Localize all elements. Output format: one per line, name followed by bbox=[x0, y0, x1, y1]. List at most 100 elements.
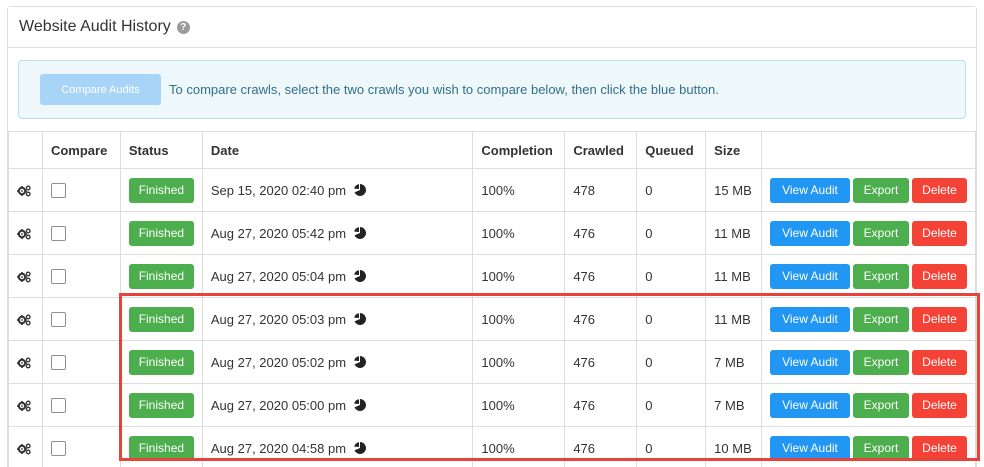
delete-button[interactable]: Delete bbox=[912, 263, 967, 289]
date-cell: Aug 27, 2020 05:02 pm bbox=[201, 340, 474, 384]
compare-checkbox[interactable] bbox=[50, 183, 66, 199]
date-cell: Aug 27, 2020 05:03 pm bbox=[201, 297, 474, 341]
actions-cell: View Audit Export Delete bbox=[761, 168, 976, 212]
size-cell: 10 MB bbox=[705, 426, 762, 467]
compare-checkbox[interactable] bbox=[50, 226, 66, 242]
pie-chart-icon[interactable] bbox=[353, 355, 366, 368]
gears-icon[interactable] bbox=[17, 314, 31, 326]
header-crawled: Crawled bbox=[564, 131, 638, 169]
status-badge: Finished bbox=[128, 392, 194, 418]
audit-rows: Finished Sep 15, 2020 02:40 pm 100% 478 … bbox=[8, 168, 976, 467]
pie-chart-icon[interactable] bbox=[353, 312, 366, 325]
compare-cell bbox=[41, 168, 121, 212]
pie-chart-icon[interactable] bbox=[353, 441, 366, 454]
crawled-cell: 476 bbox=[564, 426, 638, 467]
actions-cell: View Audit Export Delete bbox=[761, 254, 976, 298]
header-queued: Queued bbox=[636, 131, 707, 169]
settings-cell bbox=[8, 383, 43, 427]
completion-cell: 100% bbox=[472, 383, 566, 427]
completion-cell: 100% bbox=[472, 340, 566, 384]
crawled-cell: 478 bbox=[564, 168, 638, 212]
compare-cell bbox=[41, 340, 121, 384]
delete-button[interactable]: Delete bbox=[912, 435, 967, 461]
header-settings bbox=[8, 131, 43, 169]
status-cell: Finished bbox=[119, 254, 203, 298]
settings-cell bbox=[8, 297, 43, 341]
crawled-cell: 476 bbox=[564, 297, 638, 341]
pie-chart-icon[interactable] bbox=[353, 269, 366, 282]
size-cell: 7 MB bbox=[705, 383, 762, 427]
header-compare: Compare bbox=[41, 131, 121, 169]
view-audit-button[interactable]: View Audit bbox=[770, 349, 850, 375]
date-text: Aug 27, 2020 04:58 pm bbox=[210, 440, 347, 456]
compare-checkbox[interactable] bbox=[50, 355, 66, 371]
gears-icon[interactable] bbox=[17, 228, 31, 240]
view-audit-button[interactable]: View Audit bbox=[770, 177, 850, 203]
delete-button[interactable]: Delete bbox=[912, 306, 967, 332]
compare-checkbox[interactable] bbox=[50, 312, 66, 328]
settings-cell bbox=[8, 340, 43, 384]
pie-chart-icon[interactable] bbox=[353, 183, 366, 196]
status-cell: Finished bbox=[119, 340, 203, 384]
actions-cell: View Audit Export Delete bbox=[761, 211, 976, 255]
export-button[interactable]: Export bbox=[853, 392, 909, 418]
status-cell: Finished bbox=[119, 297, 203, 341]
date-cell: Aug 27, 2020 04:58 pm bbox=[201, 426, 474, 467]
date-cell: Aug 27, 2020 05:42 pm bbox=[201, 211, 474, 255]
date-cell: Aug 27, 2020 05:00 pm bbox=[201, 383, 474, 427]
table-header-row: Compare Status Date Completion Crawled Q… bbox=[8, 131, 976, 169]
size-cell: 15 MB bbox=[705, 168, 762, 212]
compare-audits-button[interactable]: Compare Audits bbox=[40, 74, 161, 105]
view-audit-button[interactable]: View Audit bbox=[770, 392, 850, 418]
queued-cell: 0 bbox=[636, 168, 707, 212]
view-audit-button[interactable]: View Audit bbox=[770, 435, 850, 461]
compare-cell bbox=[41, 211, 121, 255]
delete-button[interactable]: Delete bbox=[912, 392, 967, 418]
view-audit-button[interactable]: View Audit bbox=[770, 220, 850, 246]
compare-checkbox[interactable] bbox=[50, 441, 66, 457]
status-badge: Finished bbox=[128, 263, 194, 289]
export-button[interactable]: Export bbox=[853, 177, 909, 203]
queued-cell: 0 bbox=[636, 211, 707, 255]
gears-icon[interactable] bbox=[17, 357, 31, 369]
compare-cell bbox=[41, 254, 121, 298]
status-cell: Finished bbox=[119, 426, 203, 467]
crawled-cell: 476 bbox=[564, 383, 638, 427]
size-cell: 7 MB bbox=[705, 340, 762, 384]
pie-chart-icon[interactable] bbox=[353, 398, 366, 411]
date-text: Aug 27, 2020 05:03 pm bbox=[210, 311, 347, 327]
export-button[interactable]: Export bbox=[853, 349, 909, 375]
export-button[interactable]: Export bbox=[853, 263, 909, 289]
audit-table: Compare Status Date Completion Crawled Q… bbox=[8, 131, 976, 467]
delete-button[interactable]: Delete bbox=[912, 177, 967, 203]
completion-cell: 100% bbox=[472, 426, 566, 467]
gears-icon[interactable] bbox=[17, 400, 31, 412]
pie-chart-icon[interactable] bbox=[353, 226, 366, 239]
delete-button[interactable]: Delete bbox=[912, 349, 967, 375]
settings-cell bbox=[8, 168, 43, 212]
date-cell: Sep 15, 2020 02:40 pm bbox=[201, 168, 474, 212]
table-row: Finished Aug 27, 2020 05:04 pm 100% 476 … bbox=[8, 254, 976, 298]
status-cell: Finished bbox=[119, 383, 203, 427]
status-cell: Finished bbox=[119, 168, 203, 212]
export-button[interactable]: Export bbox=[853, 220, 909, 246]
date-text: Aug 27, 2020 05:02 pm bbox=[210, 354, 347, 370]
view-audit-button[interactable]: View Audit bbox=[770, 263, 850, 289]
compare-cell bbox=[41, 426, 121, 467]
compare-checkbox[interactable] bbox=[50, 269, 66, 285]
export-button[interactable]: Export bbox=[853, 306, 909, 332]
gears-icon[interactable] bbox=[17, 443, 31, 455]
view-audit-button[interactable]: View Audit bbox=[770, 306, 850, 332]
gears-icon[interactable] bbox=[17, 271, 31, 283]
status-badge: Finished bbox=[128, 177, 194, 203]
queued-cell: 0 bbox=[636, 383, 707, 427]
export-button[interactable]: Export bbox=[853, 435, 909, 461]
actions-cell: View Audit Export Delete bbox=[761, 383, 976, 427]
queued-cell: 0 bbox=[636, 340, 707, 384]
gears-icon[interactable] bbox=[17, 185, 31, 197]
compare-checkbox[interactable] bbox=[50, 398, 66, 414]
settings-cell bbox=[8, 254, 43, 298]
panel-title: Website Audit History bbox=[19, 18, 171, 35]
question-circle-icon[interactable]: ? bbox=[176, 20, 190, 34]
delete-button[interactable]: Delete bbox=[912, 220, 967, 246]
